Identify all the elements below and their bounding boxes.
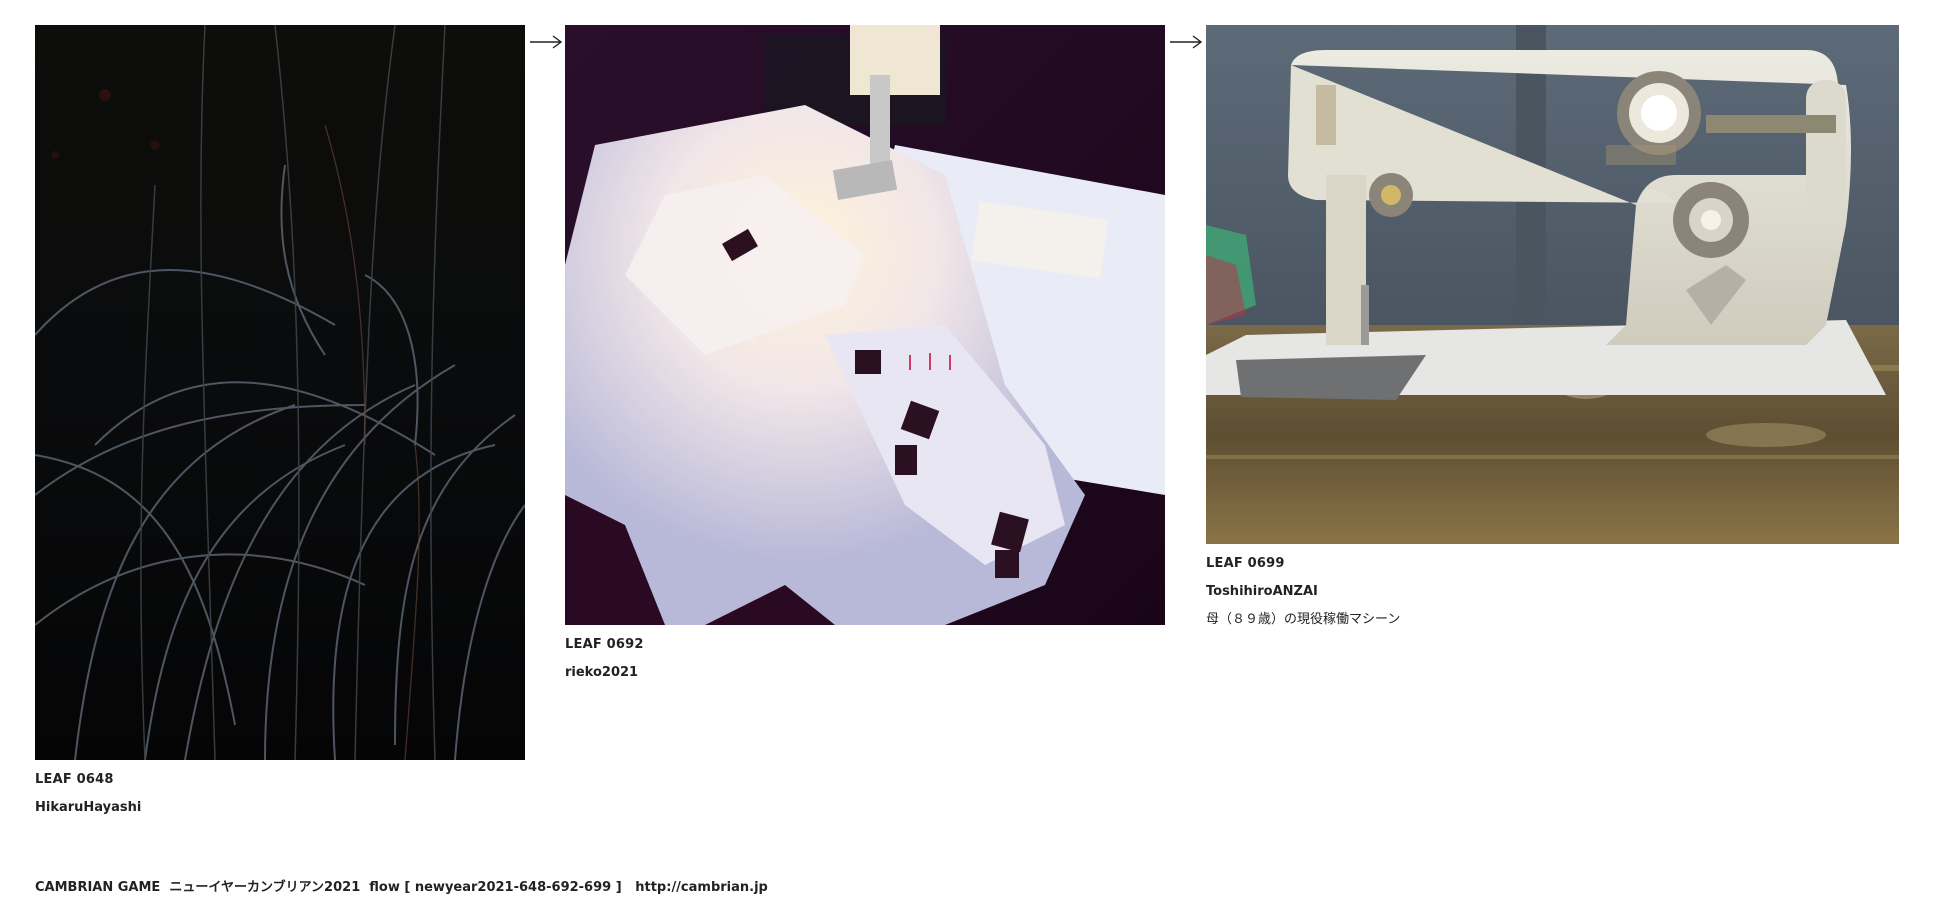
- vintage-sewing-machine-photo: [1206, 25, 1899, 544]
- leaf-code: LEAF 0699: [1206, 556, 1285, 571]
- leaf-author[interactable]: ToshihiroANZAI: [1206, 578, 1899, 606]
- leaf-photo-0692[interactable]: [565, 25, 1165, 625]
- leaf-card-0699: LEAF 0699 ToshihiroANZAI 母（８９歳）の現役稼働マシーン: [1206, 25, 1899, 634]
- leaf-author[interactable]: rieko2021: [565, 659, 1165, 687]
- footer: CAMBRIAN GAME ニューイヤーカンブリアン2021 flow [ ne…: [35, 876, 768, 895]
- leaf-code: LEAF 0692: [565, 637, 644, 652]
- footer-link[interactable]: http://cambrian.jp: [635, 880, 768, 895]
- leaf-card-0692: LEAF 0692 rieko2021: [565, 25, 1165, 687]
- leaf-caption: LEAF 0648 HikaruHayashi: [35, 766, 525, 822]
- leaf-photo-0648[interactable]: [35, 25, 525, 760]
- leaf-photo-0699[interactable]: [1206, 25, 1899, 544]
- grass-photo: [35, 25, 525, 760]
- arrow-right-icon: [1170, 35, 1203, 49]
- sewing-fabric-photo: [565, 25, 1165, 625]
- leaf-card-0648: LEAF 0648 HikaruHayashi: [35, 25, 525, 822]
- leaf-note: 母（８９歳）の現役稼働マシーン: [1206, 612, 1401, 627]
- leaf-author[interactable]: HikaruHayashi: [35, 794, 525, 822]
- leaf-caption: LEAF 0699 ToshihiroANZAI 母（８９歳）の現役稼働マシーン: [1206, 550, 1899, 634]
- leaf-code: LEAF 0648: [35, 772, 114, 787]
- footer-text: CAMBRIAN GAME ニューイヤーカンブリアン2021 flow [ ne…: [35, 880, 636, 895]
- arrow-right-icon: [530, 35, 563, 49]
- leaf-caption: LEAF 0692 rieko2021: [565, 631, 1165, 687]
